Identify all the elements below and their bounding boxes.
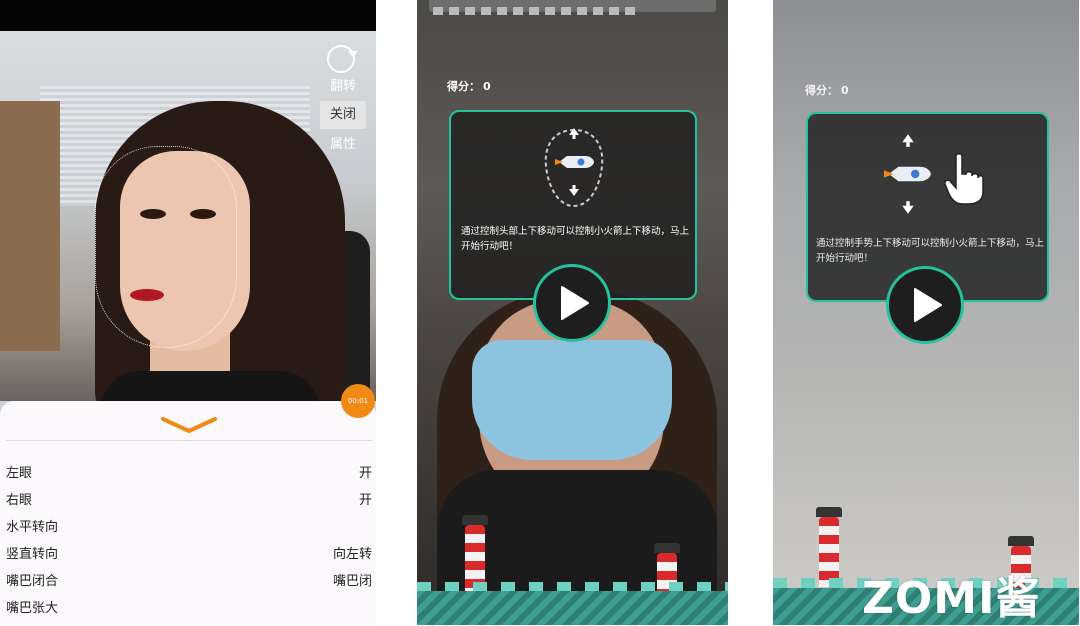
head-control-game-screen: 得分： 0 通过控制头部上下移动可以控制小火箭上下移动，马上开始行动吧！ — [417, 0, 728, 625]
attribute-row: 嘴巴张大 — [6, 597, 372, 621]
attribute-label: 嘴巴张大 — [6, 601, 59, 616]
attribute-label: 右眼 — [6, 493, 33, 508]
attribute-row: 水平转向 — [6, 516, 372, 540]
panel-divider — [6, 440, 372, 441]
play-button[interactable] — [533, 264, 611, 342]
properties-button[interactable]: 属性 — [320, 132, 366, 158]
attribute-label: 嘴巴闭合 — [6, 574, 59, 589]
play-icon — [914, 288, 942, 322]
lighthouse-left — [816, 507, 842, 587]
flip-button[interactable]: 翻转 — [320, 74, 366, 100]
gesture-control-game-screen: 得分： 0 通过控制手势上下移动可以控制小火箭上下移动，马上开始行动吧！ — [773, 0, 1079, 625]
attribute-value: 开 — [358, 493, 372, 508]
play-button[interactable] — [886, 266, 964, 344]
attribute-row: 左眼 开 — [6, 462, 372, 486]
attribute-value: 向左转 — [332, 547, 372, 562]
attribute-label: 水平转向 — [6, 520, 59, 535]
face-mask — [472, 340, 672, 460]
attribute-label: 左眼 — [6, 466, 33, 481]
score-value: 0 — [483, 80, 491, 93]
close-button[interactable]: 关闭 — [320, 101, 366, 129]
arrow-down-icon — [569, 185, 579, 196]
arrow-up-icon — [569, 128, 579, 139]
score-label: 得分： — [805, 84, 838, 97]
record-timer-button[interactable]: 00:01 — [341, 384, 375, 418]
face-attribute-screen: 翻转 关闭 属性 左眼 开 右眼 开 水平转向 竖直转向 向左转 嘴巴闭合 嘴巴… — [0, 0, 376, 625]
attribute-value: 开 — [358, 466, 372, 481]
attribute-panel: 左眼 开 右眼 开 水平转向 竖直转向 向左转 嘴巴闭合 嘴巴闭 嘴巴张大 — [0, 401, 376, 625]
score-value: 0 — [841, 84, 849, 97]
arrow-down-icon — [902, 201, 914, 214]
play-icon — [561, 286, 589, 320]
score-display: 得分： 0 — [805, 82, 849, 98]
arrow-up-icon — [902, 134, 914, 147]
instruction-text: 通过控制手势上下移动可以控制小火箭上下移动，马上开始行动吧！ — [816, 238, 1045, 264]
face-landmark-mesh — [95, 146, 237, 348]
sea-waves — [417, 591, 728, 625]
attribute-row: 右眼 开 — [6, 489, 372, 513]
attribute-label: 竖直转向 — [6, 547, 59, 562]
status-bar — [0, 0, 376, 31]
hand-pointer-icon — [944, 153, 984, 205]
chevron-down-icon[interactable] — [160, 415, 218, 435]
watermark-logo: ZOMI酱 — [862, 573, 1041, 624]
score-label: 得分： — [447, 80, 480, 93]
flip-camera-icon[interactable] — [327, 45, 358, 73]
attribute-row: 竖直转向 向左转 — [6, 543, 372, 567]
rocket-icon — [555, 156, 594, 168]
top-toolbar — [429, 0, 716, 15]
score-display: 得分： 0 — [447, 78, 491, 94]
attribute-row: 嘴巴闭合 嘴巴闭 — [6, 570, 372, 594]
rocket-icon — [884, 166, 931, 182]
attribute-value: 嘴巴闭 — [332, 574, 372, 589]
background-door — [0, 101, 60, 351]
instruction-text: 通过控制头部上下移动可以控制小火箭上下移动，马上开始行动吧！ — [461, 226, 690, 252]
